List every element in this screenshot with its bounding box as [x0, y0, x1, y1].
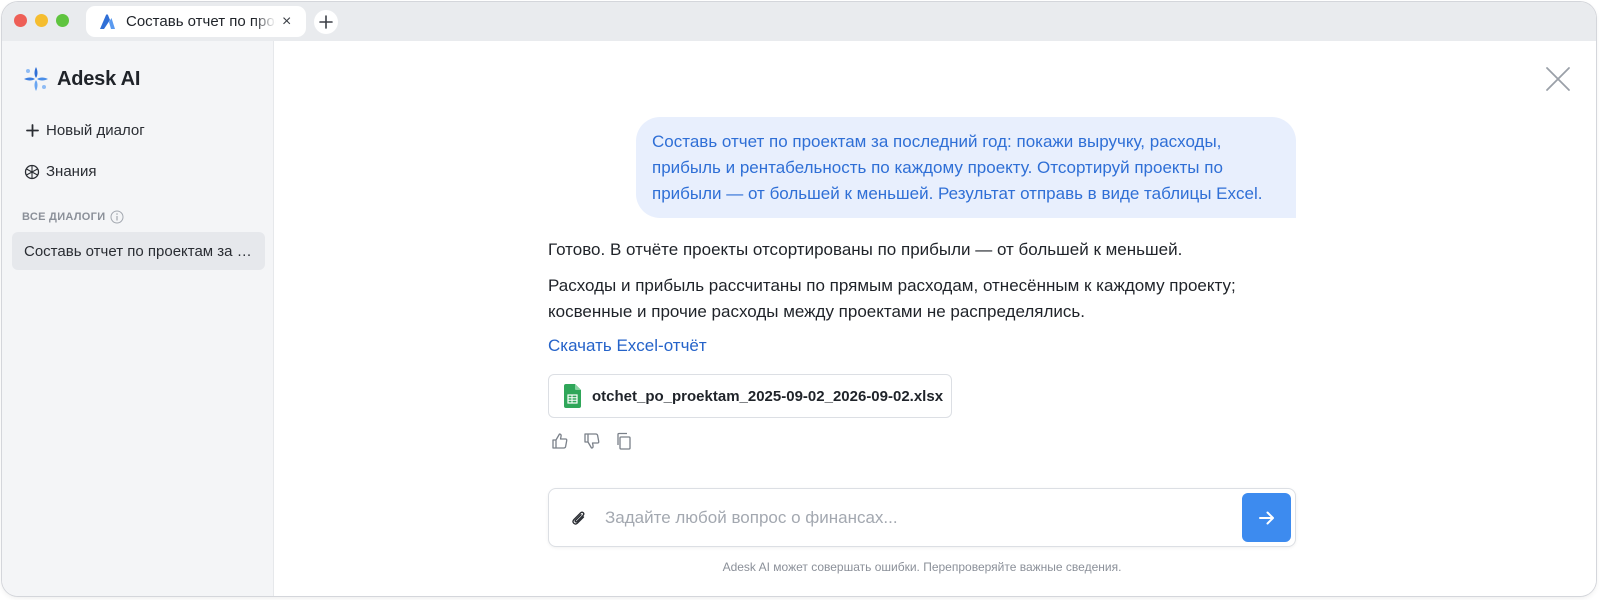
chat-main: Составь отчет по проектам за последний г… — [275, 41, 1596, 596]
adesk-logo-icon — [24, 67, 48, 91]
message-composer — [548, 488, 1296, 547]
brand: Adesk AI — [22, 65, 140, 93]
answer-paragraph-2: Расходы и прибыль рассчитаны по прямым р… — [548, 276, 1236, 321]
browser-tab[interactable]: Составь отчет по проектам за последний г… — [86, 6, 306, 37]
maximize-window-button[interactable] — [56, 14, 69, 27]
thumbs-down-icon[interactable] — [583, 432, 601, 450]
answer-paragraph-1: Готово. В отчёте проекты отсортированы п… — [548, 240, 1183, 259]
adesk-tab-logo-icon — [100, 13, 115, 29]
message-actions — [551, 432, 647, 450]
title-bar: Составь отчет по проектам за последний г… — [2, 2, 1596, 41]
plus-icon — [319, 15, 333, 29]
paperclip-icon[interactable] — [569, 508, 589, 528]
sidebar: Adesk AI Новый диалог Знания ВСЕ ДИАЛОГИ — [2, 41, 274, 596]
close-chat-icon[interactable] — [1544, 65, 1572, 93]
dialog-list-item[interactable]: Составь отчет по проектам за последний г… — [12, 232, 265, 270]
tab-title: Составь отчет по проектам за последний г… — [126, 13, 276, 30]
user-message-bubble: Составь отчет по проектам за последний г… — [636, 117, 1296, 218]
arrow-right-icon — [1258, 511, 1274, 524]
send-button[interactable] — [1242, 493, 1291, 542]
plus-icon — [24, 123, 40, 139]
excel-file-icon — [564, 384, 581, 408]
new-tab-button[interactable] — [314, 10, 338, 34]
app-window: Составь отчет по проектам за последний г… — [2, 2, 1596, 596]
info-icon[interactable] — [110, 210, 124, 224]
message-input[interactable] — [605, 505, 1225, 531]
file-attachment[interactable]: otchet_po_proektam_2025-09-02_2026-09-02… — [548, 374, 952, 418]
thumbs-up-icon[interactable] — [551, 432, 569, 450]
section-label-text: ВСЕ ДИАЛОГИ — [22, 211, 106, 223]
knowledge-icon — [24, 164, 40, 180]
brand-name: Adesk AI — [57, 67, 141, 90]
knowledge-button[interactable]: Знания — [24, 163, 96, 180]
all-dialogs-section-label: ВСЕ ДИАЛОГИ — [22, 210, 124, 224]
tab-close-icon[interactable]: × — [282, 13, 296, 30]
copy-icon[interactable] — [615, 432, 633, 450]
file-name: otchet_po_proektam_2025-09-02_2026-09-02… — [592, 387, 944, 405]
disclaimer-text: Adesk AI может совершать ошибки. Перепро… — [722, 560, 1122, 574]
download-excel-link[interactable]: Скачать Excel-отчёт — [548, 336, 707, 356]
new-dialog-button[interactable]: Новый диалог — [24, 122, 145, 139]
knowledge-label: Знания — [46, 163, 97, 180]
new-dialog-label: Новый диалог — [46, 122, 145, 139]
close-window-button[interactable] — [14, 14, 27, 27]
dialog-title: Составь отчет по проектам за последний г… — [24, 242, 253, 260]
minimize-window-button[interactable] — [35, 14, 48, 27]
